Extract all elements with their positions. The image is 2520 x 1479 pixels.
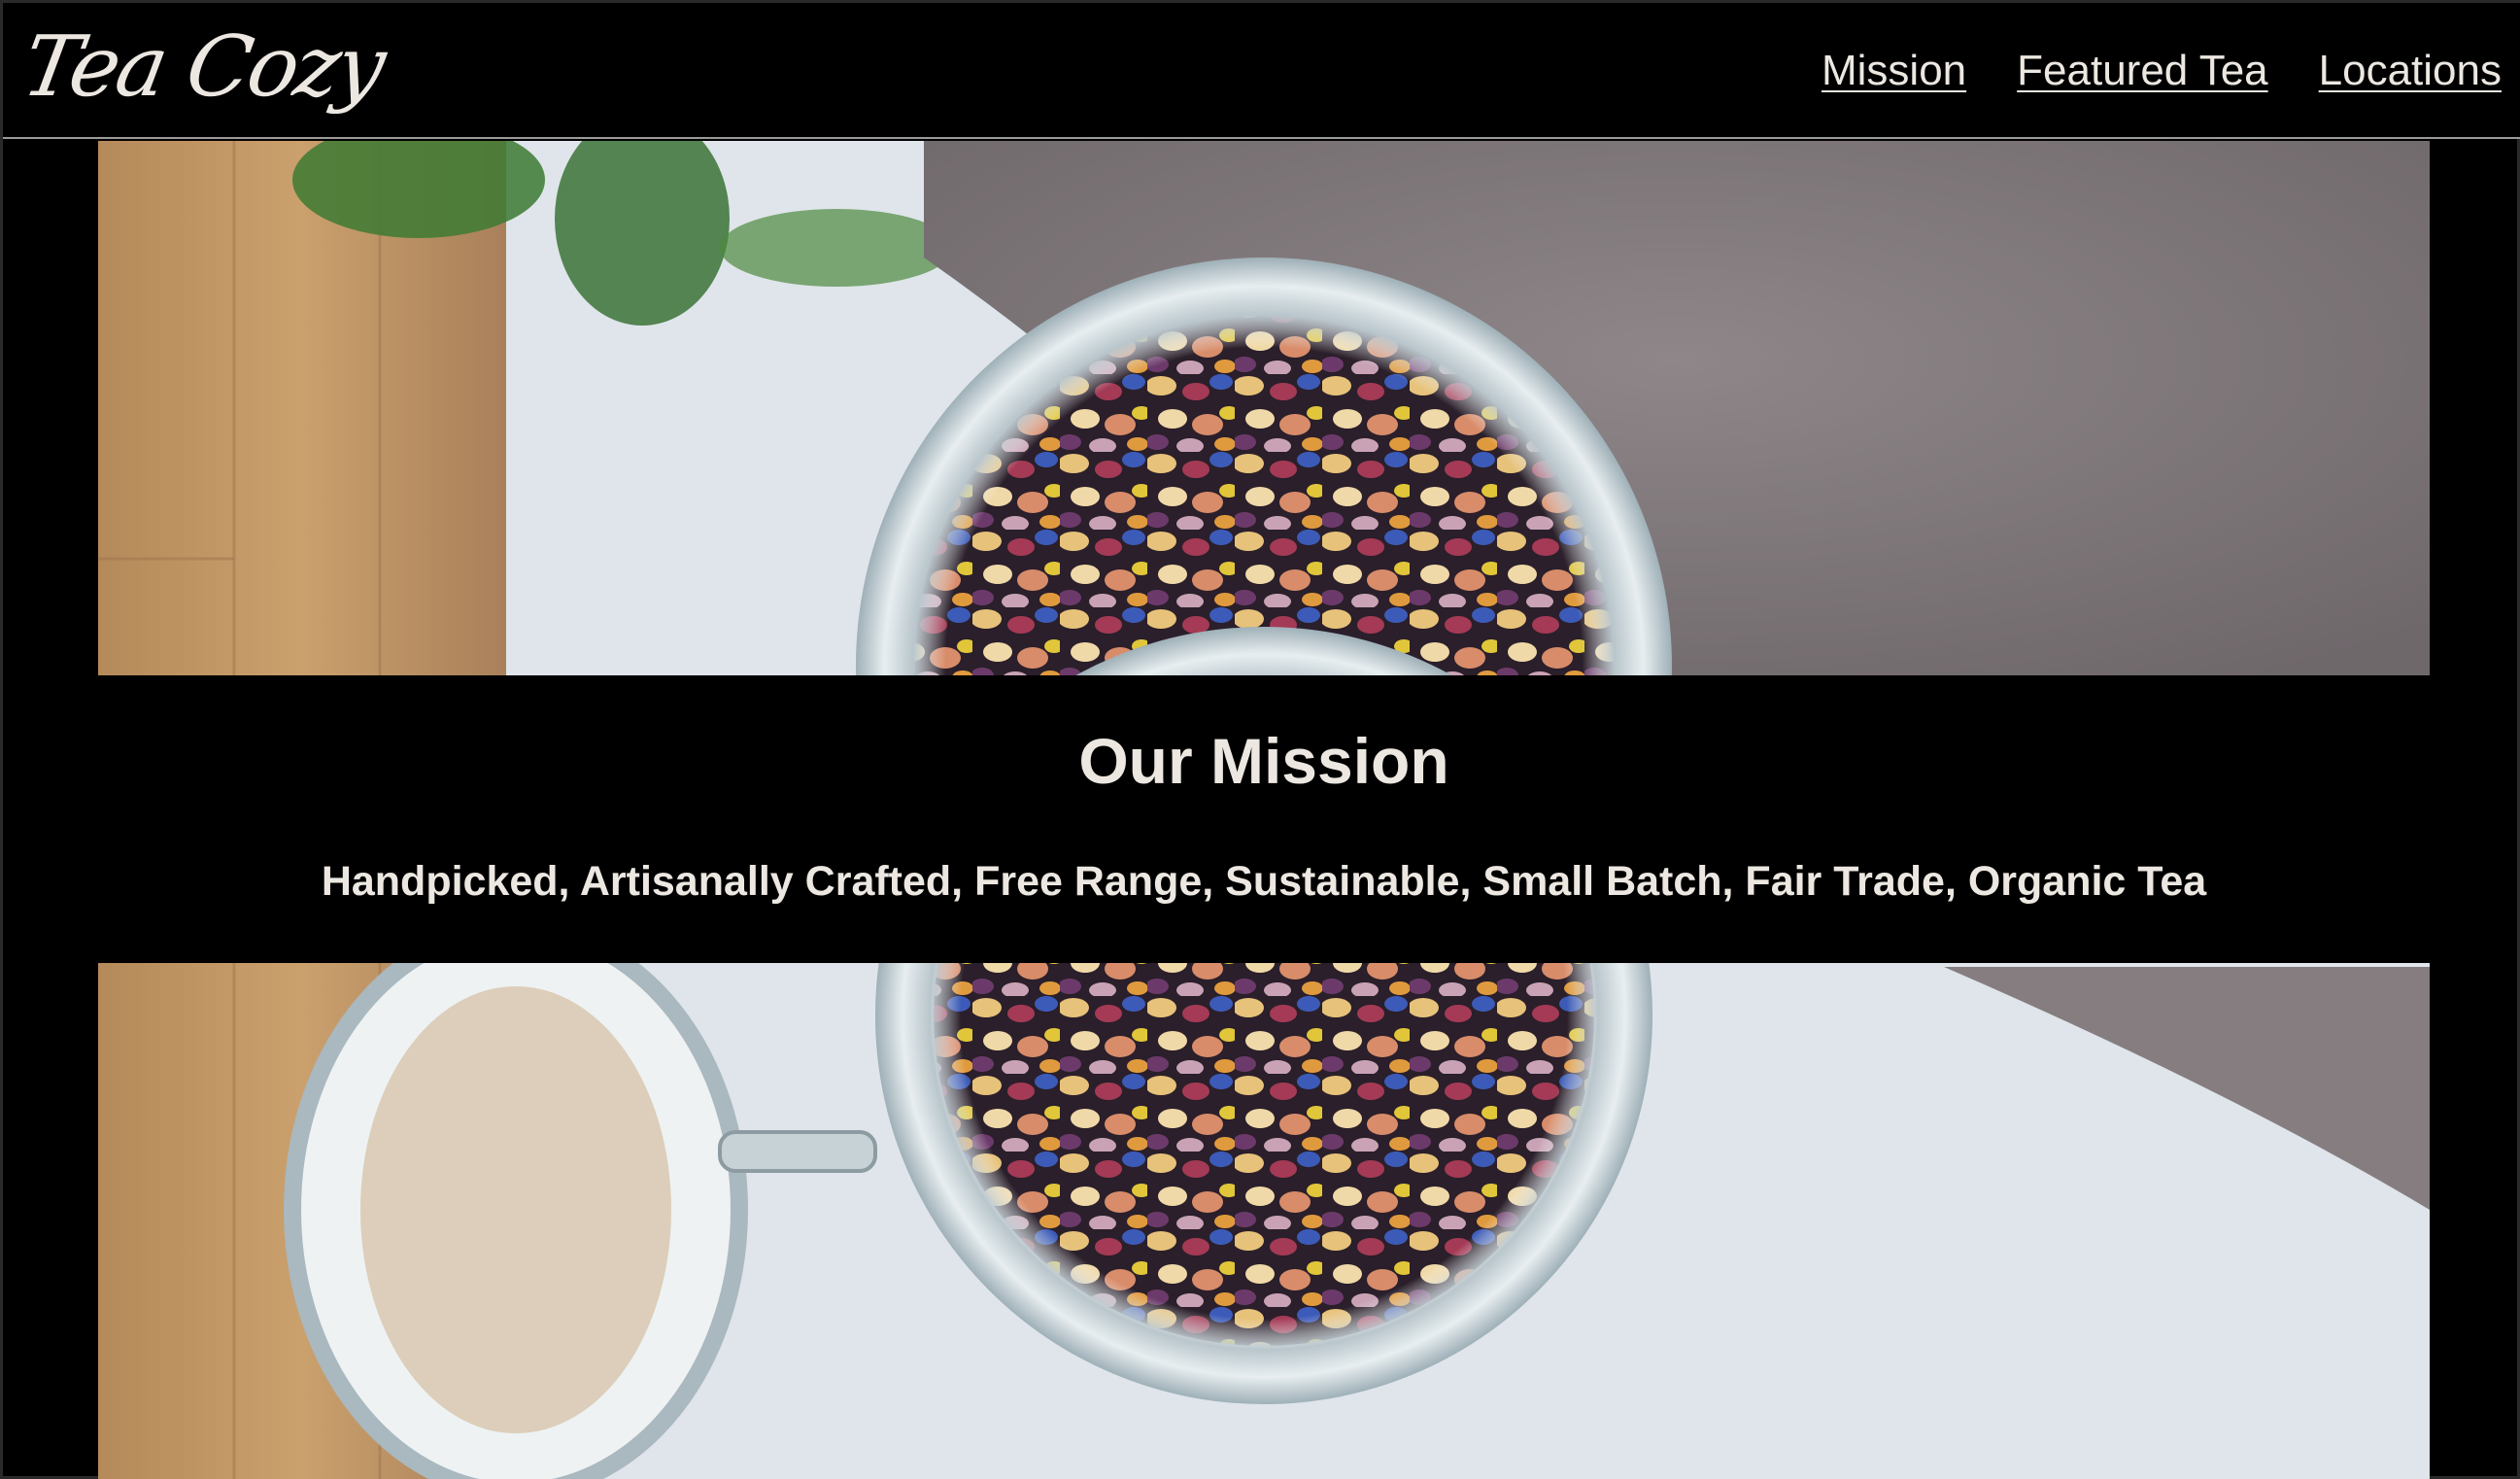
main-nav: Mission Featured Tea Locations bbox=[1822, 3, 2502, 139]
site-logo[interactable]: Tea Cozy bbox=[14, 9, 392, 125]
nav-link-mission[interactable]: Mission bbox=[1822, 47, 1966, 95]
mission-text: Handpicked, Artisanally Crafted, Free Ra… bbox=[321, 858, 2207, 905]
mission-section: Our Mission Handpicked, Artisanally Craf… bbox=[98, 675, 2430, 963]
site-header: Tea Cozy Mission Featured Tea Locations bbox=[3, 3, 2520, 139]
nav-link-featured-tea[interactable]: Featured Tea bbox=[2017, 47, 2267, 95]
page-frame: Tea Cozy Mission Featured Tea Locations bbox=[0, 0, 2520, 1479]
nav-link-locations[interactable]: Locations bbox=[2319, 47, 2502, 95]
mission-title: Our Mission bbox=[1078, 725, 1449, 797]
